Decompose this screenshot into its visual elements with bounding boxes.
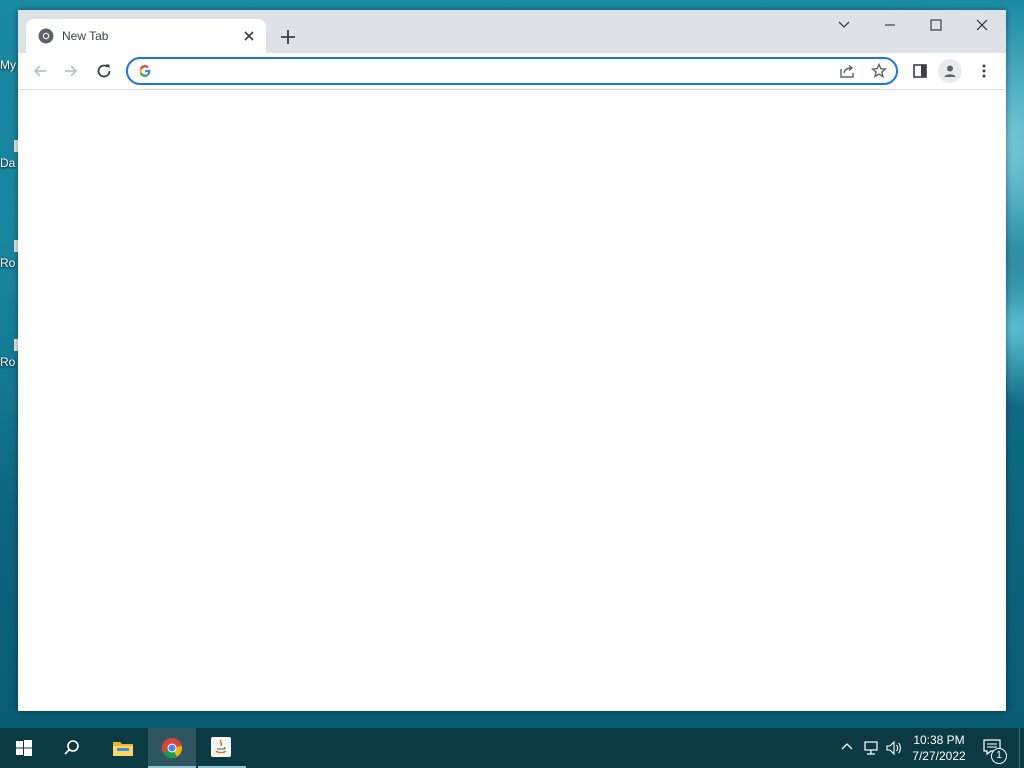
chevron-up-icon[interactable] [840,740,854,754]
desktop-icon[interactable]: Da [0,140,18,170]
page-content[interactable] [18,90,1006,711]
reload-icon [97,64,111,78]
close-tab-icon[interactable] [240,27,258,45]
tab-title: New Tab [62,29,109,43]
volume-icon[interactable] [885,740,903,756]
more-vert-icon [982,64,986,78]
new-tab-button[interactable] [276,25,300,49]
desktop-icon-label: My [0,58,16,72]
taskbar: 10:38 PM 7/27/2022 1 [0,728,1024,768]
taskbar-java[interactable] [198,728,246,768]
chevron-down-icon [838,21,850,28]
desktop-icon-label: Da [0,156,16,170]
chrome-icon [38,28,54,44]
forward-arrow-icon [65,65,78,77]
minimize-button[interactable] [868,10,914,40]
browser-toolbar [18,53,1006,90]
minimize-icon [885,24,895,26]
google-icon [139,65,151,77]
reload-button[interactable] [91,58,117,84]
profile-avatar-button[interactable] [938,59,962,83]
java-icon [211,737,231,757]
forward-button[interactable] [58,58,84,84]
desktop-icon[interactable]: My [0,58,18,72]
close-icon [976,19,988,31]
maximize-button[interactable] [914,10,960,40]
desktop-icon[interactable]: Ro [0,240,18,270]
search-button[interactable] [48,728,96,768]
person-icon [944,65,956,77]
share-icon[interactable] [838,62,856,80]
tab-new-tab[interactable]: New Tab [26,19,266,53]
notification-badge: 1 [991,748,1007,764]
search-icon [64,740,79,755]
bookmark-star-icon[interactable] [870,62,888,80]
desktop-icon-label: Ro [0,256,16,270]
close-window-button[interactable] [960,10,1006,40]
taskbar-file-explorer[interactable] [98,728,146,768]
desktop-icon-label: Ro [0,355,16,369]
start-button[interactable] [0,728,48,768]
taskbar-chrome[interactable] [148,728,196,768]
clock-time: 10:38 PM [913,733,965,747]
menu-button[interactable] [971,58,997,84]
tab-search-button[interactable] [822,10,868,40]
clock-date: 7/27/2022 [912,749,966,763]
system-clock[interactable]: 10:38 PM 7/27/2022 [905,732,973,764]
address-bar[interactable] [126,57,898,85]
chrome-icon [162,738,182,759]
tab-strip: New Tab [18,10,1006,53]
show-desktop-button[interactable] [1019,728,1024,768]
network-icon[interactable] [862,740,880,756]
back-arrow-icon [33,65,46,77]
side-panel-icon [913,64,927,78]
side-panel-button[interactable] [907,58,933,84]
browser-window: New Tab [18,10,1006,711]
maximize-icon [930,19,942,31]
windows-start-icon [16,740,32,756]
back-button[interactable] [27,58,53,84]
file-explorer-icon [113,742,133,756]
address-input[interactable] [160,62,824,82]
desktop-icon[interactable]: Ro [0,339,18,369]
